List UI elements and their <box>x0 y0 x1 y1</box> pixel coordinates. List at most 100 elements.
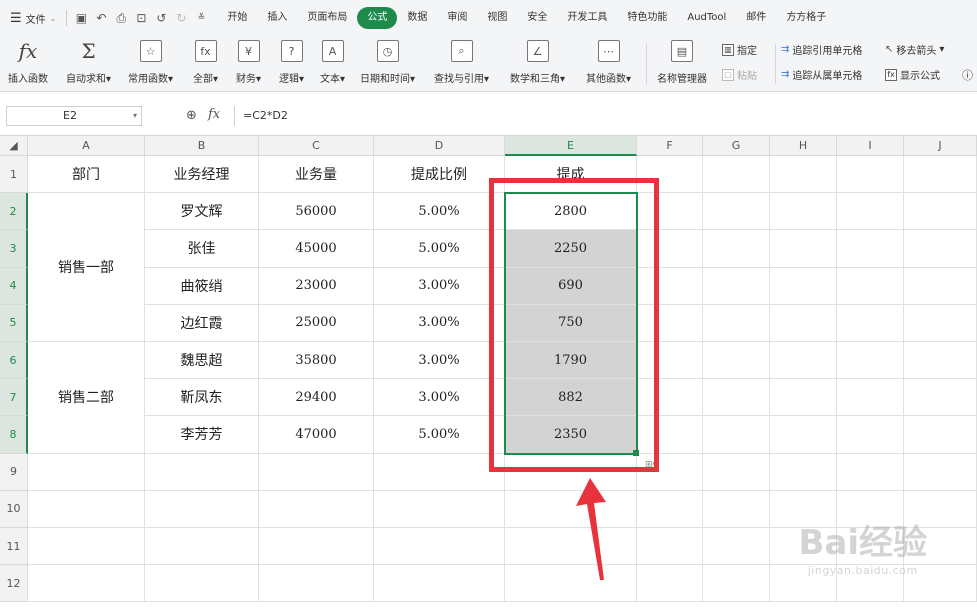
cell[interactable] <box>703 304 770 342</box>
rate-cell[interactable]: 5.00% <box>374 193 505 231</box>
cell[interactable] <box>904 267 977 305</box>
commission-cell[interactable]: 882 <box>505 379 637 417</box>
commission-cell[interactable]: 2800 <box>505 193 637 231</box>
column-header-C[interactable]: C <box>259 136 374 156</box>
cell[interactable] <box>703 528 770 566</box>
formula-input[interactable]: =C2*D2 <box>234 106 977 126</box>
row-header-8[interactable]: 8 <box>0 416 28 454</box>
fill-handle[interactable] <box>633 449 639 456</box>
row-header-1[interactable]: 1 <box>0 156 28 194</box>
tab-5[interactable]: 审阅 <box>437 7 477 29</box>
cell[interactable] <box>703 230 770 268</box>
cell[interactable] <box>703 379 770 417</box>
cell[interactable] <box>770 379 837 417</box>
tab-6[interactable]: 视图 <box>477 7 517 29</box>
row-header-12[interactable]: 12 <box>0 565 28 603</box>
fx-icon[interactable]: fx <box>208 107 220 122</box>
assign-button[interactable]: ▥ 指定 <box>722 42 757 57</box>
department-cell[interactable]: 销售二部 <box>28 342 145 454</box>
cell[interactable] <box>637 379 703 417</box>
tab-7[interactable]: 安全 <box>517 7 557 29</box>
cell[interactable] <box>703 342 770 380</box>
datetime-button[interactable]: ◷ 日期和时间▾ <box>360 40 415 85</box>
cell[interactable] <box>374 565 505 603</box>
spreadsheet-grid[interactable]: ◢ A B C D E F G H I J 1 2 3 4 5 6 7 8 9 10 11 12 部门 业务经理 业务量 提成比例提… <box>0 136 977 607</box>
tab-11[interactable]: 邮件 <box>736 7 776 29</box>
row-header-7[interactable]: 7 <box>0 379 28 417</box>
cell[interactable] <box>904 193 977 231</box>
cell[interactable] <box>904 304 977 342</box>
autosum-button[interactable]: Σ 自动求和▾ <box>66 39 111 85</box>
column-header-I[interactable]: I <box>837 136 904 156</box>
rate-cell[interactable]: 5.00% <box>374 230 505 268</box>
column-header-G[interactable]: G <box>703 136 770 156</box>
cell[interactable] <box>770 304 837 342</box>
manager-cell[interactable]: 李芳芳 <box>145 416 259 454</box>
financial-button[interactable]: ¥ 财务▾ <box>236 40 261 85</box>
cell[interactable] <box>837 156 904 194</box>
cell[interactable] <box>703 193 770 231</box>
cell[interactable] <box>637 342 703 380</box>
cell[interactable] <box>637 267 703 305</box>
row-header-2[interactable]: 2 <box>0 193 28 231</box>
cell[interactable] <box>374 528 505 566</box>
print-icon[interactable]: ⎙ <box>111 11 131 26</box>
cell[interactable] <box>637 565 703 603</box>
cell[interactable] <box>703 156 770 194</box>
department-cell[interactable]: 销售一部 <box>28 193 145 342</box>
redo-icon[interactable]: ↻ <box>171 11 191 25</box>
column-title[interactable]: 业务量 <box>259 156 374 194</box>
volume-cell[interactable]: 29400 <box>259 379 374 417</box>
cell[interactable] <box>637 193 703 231</box>
name-manager-button[interactable]: ▤ 名称管理器 <box>657 40 707 85</box>
manager-cell[interactable]: 罗文辉 <box>145 193 259 231</box>
cell[interactable] <box>770 230 837 268</box>
cell[interactable] <box>145 453 259 491</box>
cell[interactable] <box>703 416 770 454</box>
cell[interactable] <box>637 528 703 566</box>
print-preview-icon[interactable]: ⊡ <box>131 11 151 25</box>
cell[interactable] <box>28 453 145 491</box>
customize-icon[interactable]: ≚ <box>191 13 211 23</box>
cell[interactable] <box>28 528 145 566</box>
cell[interactable] <box>374 490 505 528</box>
row-header-9[interactable]: 9 <box>0 453 28 491</box>
select-all-corner[interactable]: ◢ <box>0 136 28 156</box>
cell[interactable] <box>145 490 259 528</box>
manager-cell[interactable]: 魏思超 <box>145 342 259 380</box>
column-title[interactable]: 提成 <box>505 156 637 194</box>
volume-cell[interactable]: 35800 <box>259 342 374 380</box>
cell[interactable] <box>259 490 374 528</box>
manager-cell[interactable]: 靳凤东 <box>145 379 259 417</box>
commission-cell[interactable]: 2350 <box>505 416 637 454</box>
cell[interactable] <box>703 565 770 603</box>
column-header-H[interactable]: H <box>770 136 837 156</box>
other-functions-button[interactable]: ⋯ 其他函数▾ <box>586 40 631 85</box>
cell[interactable] <box>904 156 977 194</box>
cell[interactable] <box>145 565 259 603</box>
rate-cell[interactable]: 3.00% <box>374 379 505 417</box>
cell[interactable] <box>28 490 145 528</box>
insert-function-button[interactable]: fx 插入函数 <box>8 39 48 85</box>
math-button[interactable]: ∠ 数学和三角▾ <box>510 40 565 85</box>
column-header-E[interactable]: E <box>505 136 637 156</box>
remove-arrows-button[interactable]: ↖ 移去箭头 ▾ <box>885 42 944 57</box>
cell[interactable] <box>703 453 770 491</box>
cell[interactable] <box>837 267 904 305</box>
column-title[interactable]: 业务经理 <box>145 156 259 194</box>
manager-cell[interactable]: 边红霞 <box>145 304 259 342</box>
trace-precedents-button[interactable]: ⇉ 追踪引用单元格 <box>781 42 862 57</box>
cell[interactable] <box>145 528 259 566</box>
column-title[interactable]: 部门 <box>28 156 145 194</box>
error-check-button[interactable]: ⓘ <box>962 67 973 83</box>
undo-icon[interactable]: ↺ <box>151 11 171 25</box>
column-title[interactable]: 提成比例 <box>374 156 505 194</box>
common-functions-button[interactable]: ☆ 常用函数▾ <box>128 40 173 85</box>
row-header-11[interactable]: 11 <box>0 528 28 566</box>
text-button[interactable]: A 文本▾ <box>320 40 345 85</box>
column-header-A[interactable]: A <box>28 136 145 156</box>
row-header-5[interactable]: 5 <box>0 304 28 342</box>
tab-1[interactable]: 插入 <box>257 7 297 29</box>
lookup-button[interactable]: ⌕ 查找与引用▾ <box>434 40 489 85</box>
commission-cell[interactable]: 750 <box>505 304 637 342</box>
